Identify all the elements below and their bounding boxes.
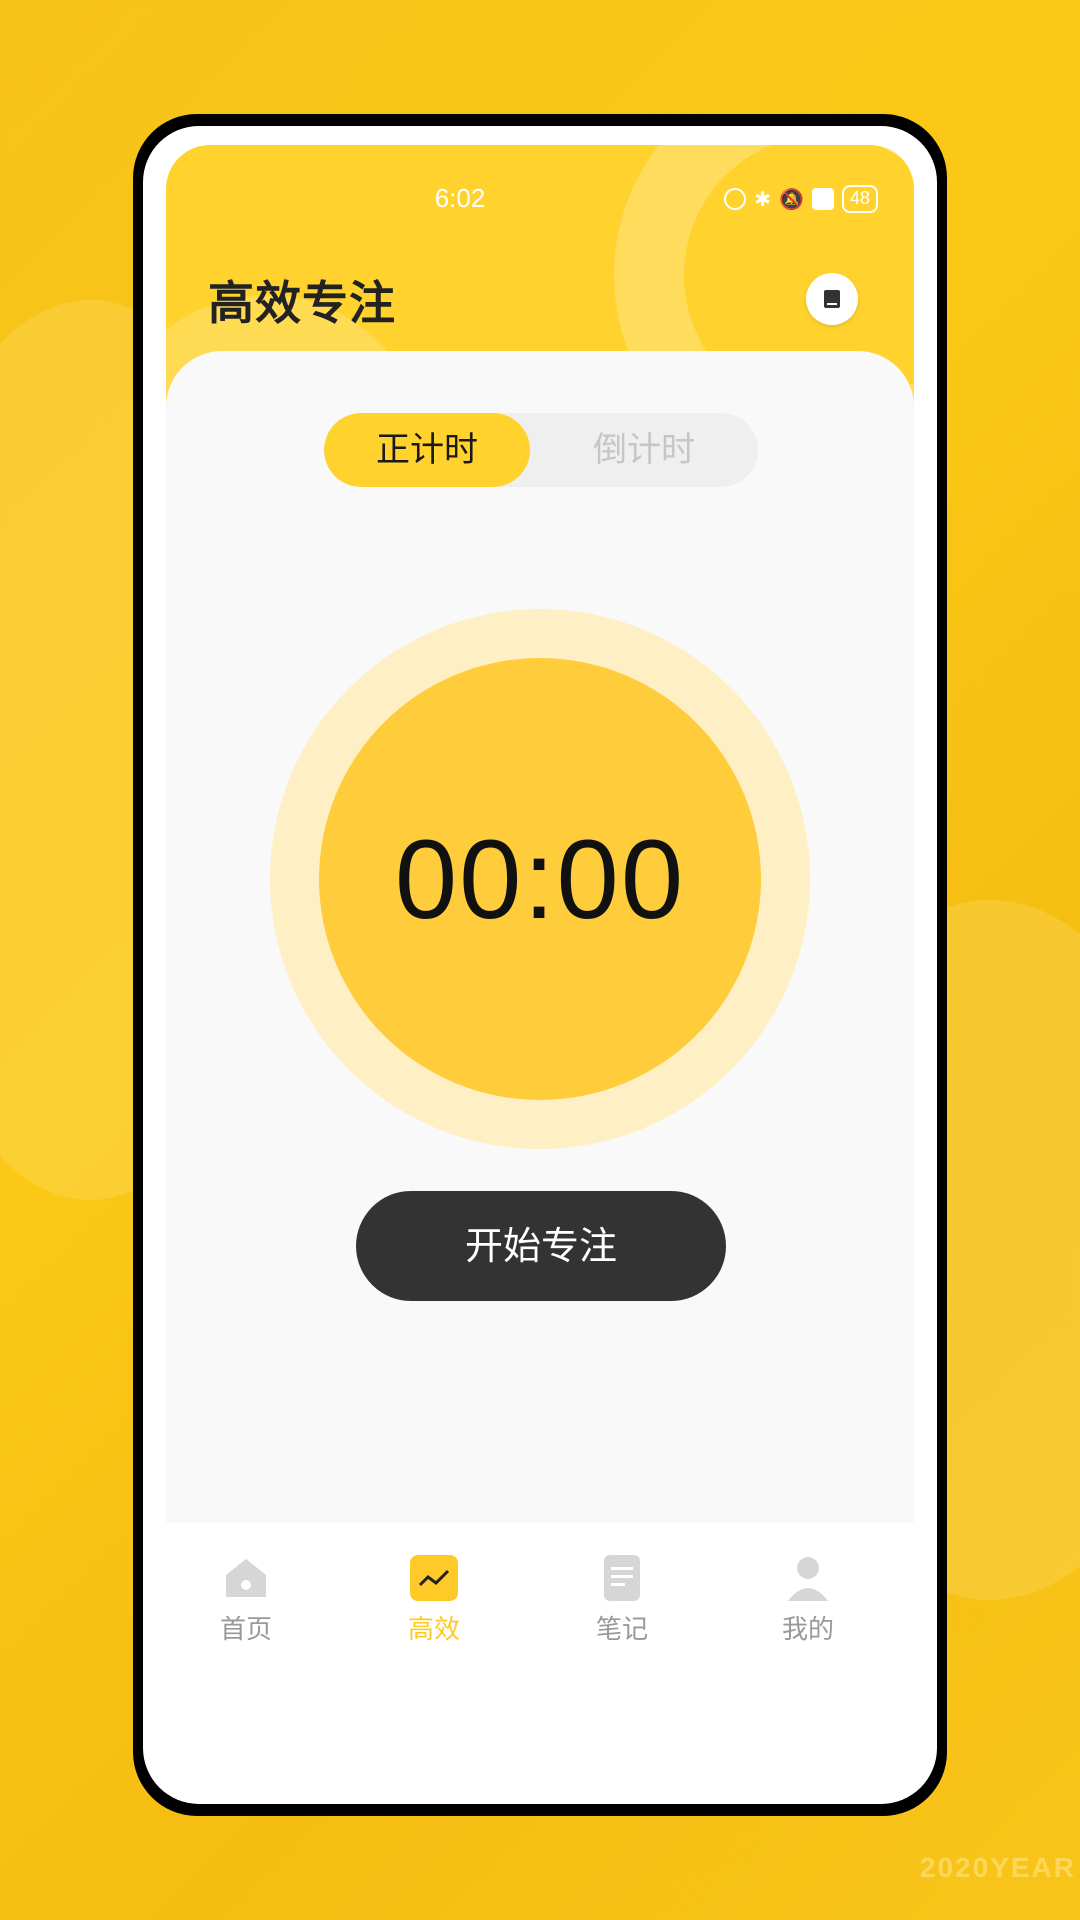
profile-icon xyxy=(782,1553,834,1603)
timer-mode-toggle: 正计时 倒计时 xyxy=(324,413,758,487)
nfc-icon xyxy=(724,188,747,210)
tab-count-up[interactable]: 正计时 xyxy=(324,413,530,487)
watermark: 2020YEAR xyxy=(919,1852,1076,1883)
status-icons: ✱ 🔕 48 xyxy=(724,185,878,213)
tab-label: 首页 xyxy=(219,1615,272,1645)
mute-icon: 🔕 xyxy=(779,187,804,211)
app-screen: 6:02 ✱ 🔕 48 高效专注 正计时 倒计时 00:00 开始专注 首页 高… xyxy=(166,145,914,1783)
tab-countdown[interactable]: 倒计时 xyxy=(530,413,758,487)
start-focus-button[interactable]: 开始专注 xyxy=(356,1191,726,1301)
chart-icon xyxy=(408,1553,460,1603)
tab-label: 笔记 xyxy=(595,1615,648,1645)
main-content: 正计时 倒计时 00:00 开始专注 xyxy=(166,351,914,1523)
sim-icon xyxy=(811,188,834,210)
tab-efficiency[interactable]: 高效 xyxy=(354,1553,514,1646)
timer-display: 00:00 xyxy=(394,816,686,942)
book-icon xyxy=(824,290,840,308)
tab-label: 我的 xyxy=(781,1615,834,1645)
bottom-tab-bar: 首页 高效 笔记 我的 xyxy=(166,1523,914,1783)
tab-notes[interactable]: 笔记 xyxy=(542,1553,702,1646)
book-button[interactable] xyxy=(806,273,858,325)
home-icon xyxy=(220,1553,272,1603)
bluetooth-icon: ✱ xyxy=(754,187,772,211)
note-icon xyxy=(596,1553,648,1603)
status-time: 6:02 xyxy=(434,183,486,213)
timer-circle: 00:00 xyxy=(319,658,761,1100)
tab-label: 高效 xyxy=(407,1615,460,1645)
timer-ring: 00:00 xyxy=(270,609,810,1149)
tab-profile[interactable]: 我的 xyxy=(728,1553,888,1646)
tab-home[interactable]: 首页 xyxy=(166,1553,326,1646)
battery-indicator: 48 xyxy=(841,185,878,213)
page-title: 高效专注 xyxy=(208,276,396,330)
